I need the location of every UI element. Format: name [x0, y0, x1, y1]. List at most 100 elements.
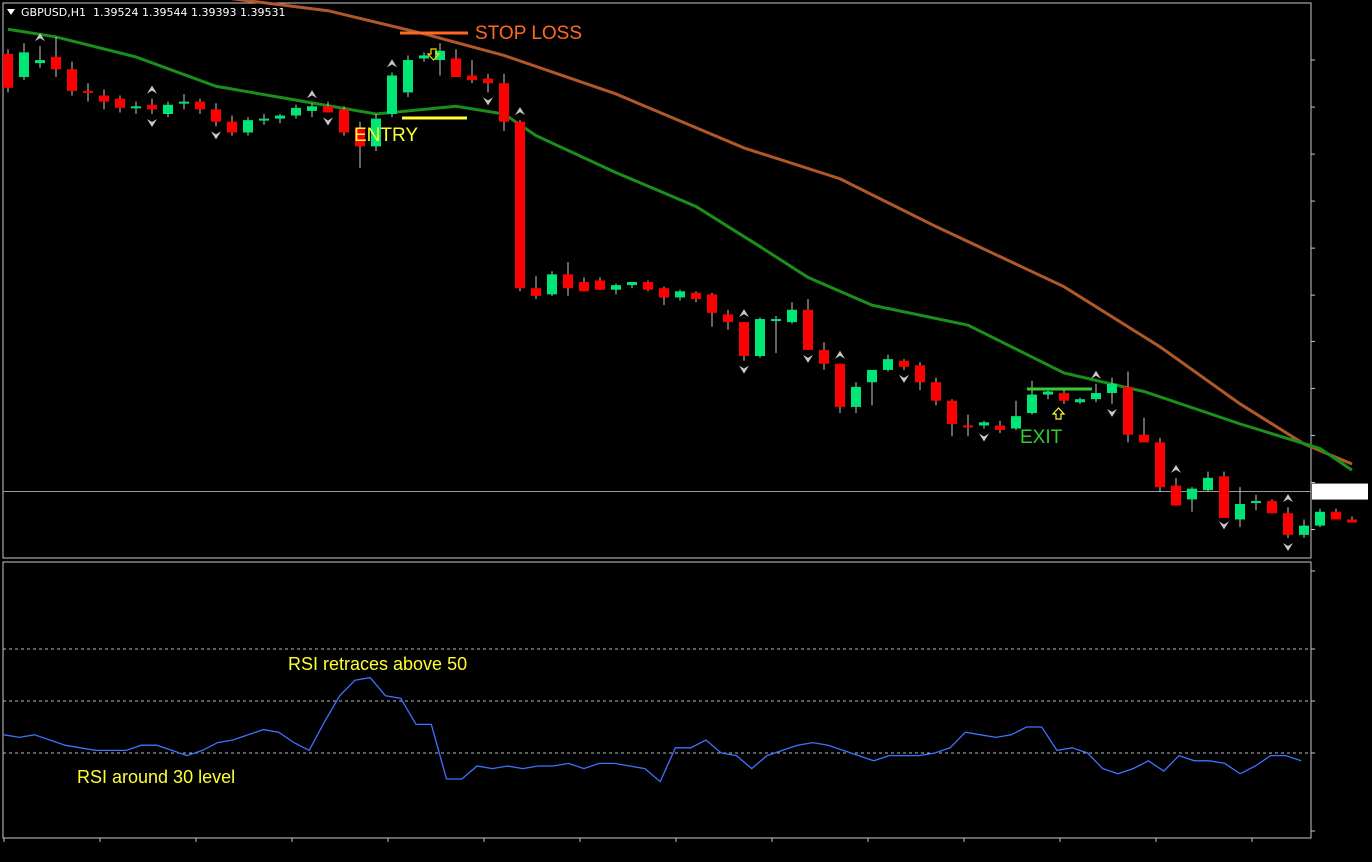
fractal-up-icon — [387, 59, 397, 68]
fractal-up-icon — [1283, 494, 1293, 503]
bull-candle-body — [771, 319, 781, 322]
fractal-down-icon — [1107, 408, 1117, 417]
bear-candle-body — [915, 365, 925, 383]
bear-candle-body — [723, 314, 733, 323]
exit-arrow-icon — [1051, 407, 1066, 420]
bear-candle-body — [739, 322, 749, 357]
bull-candle-body — [419, 55, 429, 59]
bull-candle-body — [1043, 391, 1053, 395]
bear-candle-body — [691, 292, 701, 299]
fractal-down-icon — [899, 374, 909, 383]
bear-candle-body — [1283, 513, 1293, 535]
bear-candle-body — [51, 56, 61, 70]
bear-candle-body — [515, 121, 525, 289]
fractal-up-icon — [739, 309, 749, 318]
bear-candle-body — [451, 58, 461, 77]
bear-candle-body — [1347, 519, 1357, 523]
bull-candle-body — [243, 120, 253, 133]
rsi-panel — [3, 570, 1315, 832]
bear-candle-body — [227, 121, 237, 133]
bear-candle-body — [339, 109, 349, 133]
bull-candle-body — [403, 60, 413, 93]
bear-candle-body — [1139, 434, 1149, 443]
bear-candle-body — [3, 53, 13, 88]
bear-candle-body — [1123, 386, 1133, 435]
bear-candle-body — [947, 400, 957, 424]
bear-candle-body — [563, 274, 573, 289]
bull-candle-body — [19, 52, 29, 77]
bull-candle-body — [291, 107, 301, 116]
bull-candle-body — [1203, 477, 1213, 491]
bear-candle-body — [115, 98, 125, 108]
bull-candle-body — [1251, 500, 1261, 503]
bear-candle-body — [1219, 476, 1229, 518]
fractal-up-icon — [835, 350, 845, 359]
bull-candle-body — [131, 106, 141, 109]
bull-candle-body — [611, 285, 621, 290]
fractal-down-icon — [147, 119, 157, 127]
entry-label: ENTRY — [354, 125, 418, 146]
rsi-line — [3, 676, 1302, 783]
fractal-up-icon — [515, 107, 525, 116]
bear-candle-body — [1331, 511, 1341, 520]
bull-candle-body — [675, 291, 685, 298]
fractal-down-icon — [211, 131, 221, 140]
bear-candle-body — [963, 425, 973, 428]
bull-candle-body — [787, 309, 797, 323]
bear-candle-body — [595, 280, 605, 290]
rsi-level-label: RSI around 30 level — [77, 767, 235, 787]
bear-candle-body — [899, 360, 909, 367]
candles — [3, 36, 1357, 538]
exit-label: EXIT — [1020, 427, 1063, 448]
bull-candle-body — [307, 106, 317, 111]
bull-candle-body — [1235, 504, 1245, 520]
bear-candle-body — [147, 104, 157, 110]
bear-candle-body — [835, 363, 845, 407]
bear-candle-body — [803, 309, 813, 350]
fractal-down-icon — [739, 365, 749, 374]
bear-candle-body — [1171, 485, 1181, 506]
fractal-down-icon — [1283, 542, 1293, 551]
fast-moving-average-line — [7, 27, 1353, 472]
bull-candle-body — [35, 60, 45, 64]
bull-candle-body — [1091, 393, 1101, 400]
rsi-retrace-label: RSI retraces above 50 — [288, 654, 467, 674]
bull-candle-body — [387, 75, 397, 114]
fractal-up-icon — [1091, 370, 1101, 379]
rsi-chart-frame — [2, 561, 1312, 839]
bear-candle-body — [659, 288, 669, 298]
bear-candle-body — [323, 106, 333, 113]
bear-candle-body — [707, 294, 717, 313]
bull-candle-body — [1075, 399, 1085, 403]
bear-candle-body — [1155, 442, 1165, 488]
main-chart-frame — [2, 2, 1312, 559]
bull-candle-body — [867, 369, 877, 383]
stop-loss-label: STOP LOSS — [475, 23, 582, 44]
current-price-badge — [1312, 483, 1368, 500]
bear-candle-body — [643, 282, 653, 290]
bull-candle-body — [1107, 383, 1117, 394]
chart-menu-triangle-icon[interactable] — [7, 9, 15, 15]
moving-averages — [7, 0, 1353, 472]
fractal-down-icon — [323, 117, 333, 126]
fractal-down-icon — [1219, 521, 1229, 530]
bear-candle-body — [211, 109, 221, 122]
bull-candle-body — [851, 386, 861, 407]
ohlc-label: 1.39524 1.39544 1.39393 1.39531 — [93, 6, 285, 19]
bull-candle-body — [979, 422, 989, 426]
bear-candle-body — [1059, 393, 1069, 401]
bull-candle-body — [1299, 525, 1309, 535]
fractal-up-icon — [307, 90, 317, 99]
bear-candle-body — [83, 90, 93, 93]
bull-candle-body — [627, 282, 637, 286]
bull-candle-body — [1315, 511, 1325, 526]
fractal-up-icon — [147, 85, 157, 94]
bull-candle-body — [259, 118, 269, 121]
bull-candle-body — [163, 104, 173, 114]
bear-candle-body — [995, 425, 1005, 431]
bear-candle-body — [67, 69, 77, 91]
bull-candle-body — [275, 115, 285, 119]
bear-candle-body — [531, 288, 541, 296]
bear-candle-body — [467, 75, 477, 81]
fractal-up-icon — [1171, 464, 1181, 473]
